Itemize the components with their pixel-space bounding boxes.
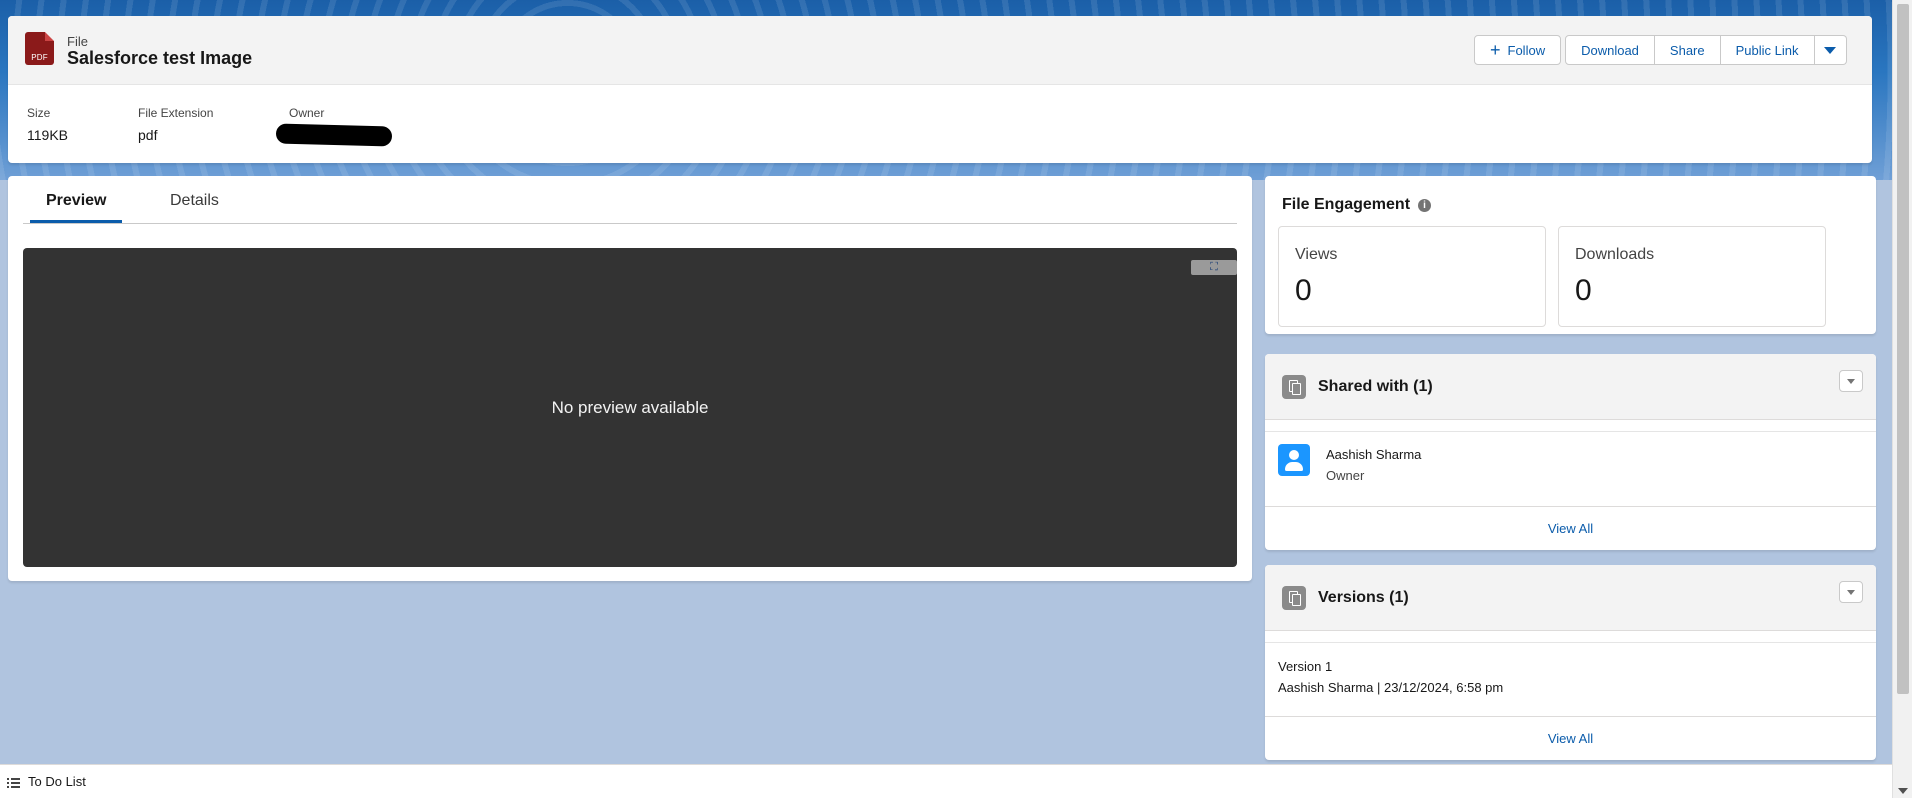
public-link-button[interactable]: Public Link [1720, 35, 1815, 65]
file-engagement-title-text: File Engagement [1282, 196, 1411, 213]
views-stat: Views 0 [1278, 226, 1546, 327]
chevron-down-icon [1847, 589, 1855, 595]
follow-button[interactable]: + Follow [1474, 35, 1562, 65]
chevron-down-icon [1847, 378, 1855, 384]
file-header-bar: PDF File Salesforce test Image + Follow … [8, 16, 1872, 85]
expand-icon[interactable]: ⛶ [1191, 260, 1237, 275]
downloads-stat: Downloads 0 [1558, 226, 1826, 327]
shared-with-card: Shared with (1) Aashish Sharma Owner Vie… [1265, 354, 1876, 550]
share-button[interactable]: Share [1654, 35, 1721, 65]
tab-details[interactable]: Details [154, 192, 235, 223]
versions-header: Versions (1) [1265, 565, 1876, 631]
preview-card: Preview Details ⛶ No preview available [8, 176, 1252, 581]
downloads-label: Downloads [1575, 246, 1655, 263]
divider [1265, 642, 1876, 643]
downloads-value: 0 [1575, 274, 1592, 307]
no-preview-message: No preview available [551, 398, 709, 417]
shared-view-all-link[interactable]: View All [1548, 521, 1593, 536]
download-button[interactable]: Download [1565, 35, 1655, 65]
size-value: 119KB [27, 127, 68, 143]
page-scrollbar[interactable] [1892, 0, 1912, 798]
file-engagement-card: File Engagement i Views 0 Downloads 0 [1265, 176, 1876, 334]
page-title: Salesforce test Image [67, 48, 253, 68]
file-engagement-title: File Engagement i [1282, 196, 1432, 214]
scrollbar-thumb[interactable] [1897, 4, 1909, 694]
versions-view-all-link[interactable]: View All [1548, 731, 1593, 746]
owner-value-redaction [275, 123, 393, 147]
shared-with-footer: View All [1265, 506, 1876, 550]
views-value: 0 [1295, 274, 1312, 307]
versions-footer: View All [1265, 716, 1876, 760]
preview-pane: ⛶ No preview available [23, 248, 1237, 567]
shared-with-header: Shared with (1) [1265, 354, 1876, 420]
shared-user-role: Owner [1326, 468, 1365, 483]
documents-icon [1282, 586, 1306, 610]
scroll-down-arrow-icon[interactable] [1898, 788, 1908, 794]
tab-preview[interactable]: Preview [30, 192, 123, 223]
versions-card: Versions (1) Version 1 Aashish Sharma | … [1265, 565, 1876, 760]
documents-icon [1282, 375, 1306, 399]
file-extension-label: File Extension [138, 106, 214, 120]
todo-list-button[interactable]: To Do List [28, 774, 86, 789]
owner-label: Owner [289, 106, 325, 120]
views-label: Views [1295, 246, 1338, 263]
version-label[interactable]: Version 1 [1278, 659, 1332, 674]
more-actions-button[interactable] [1814, 35, 1847, 65]
version-meta: Aashish Sharma | 23/12/2024, 6:58 pm [1278, 680, 1504, 695]
divider [1265, 431, 1876, 432]
size-field: Size 119KB [27, 106, 68, 143]
utility-bar: To Do List [0, 764, 1892, 798]
shared-user-name[interactable]: Aashish Sharma [1326, 447, 1421, 462]
chevron-down-icon [1824, 46, 1836, 54]
user-avatar-icon [1278, 444, 1310, 476]
follow-button-label: Follow [1507, 42, 1546, 58]
record-type-label: File [67, 34, 88, 49]
size-label: Size [27, 106, 51, 120]
tab-bar: Preview Details [23, 176, 1237, 224]
file-icon-fold [45, 32, 54, 41]
owner-field: Owner [289, 106, 324, 120]
versions-title[interactable]: Versions (1) [1318, 589, 1409, 607]
versions-menu-button[interactable] [1839, 581, 1863, 603]
file-extension-field: File Extension pdf [138, 106, 213, 143]
shared-with-title[interactable]: Shared with (1) [1318, 378, 1433, 396]
checklist-icon [7, 777, 20, 788]
info-icon[interactable]: i [1418, 199, 1432, 212]
shared-with-menu-button[interactable] [1839, 370, 1863, 392]
pdf-file-icon: PDF [25, 32, 54, 65]
plus-icon: + [1490, 40, 1501, 60]
header-actions: + Follow Download Share Public Link [1474, 35, 1847, 67]
file-icon-label: PDF [31, 53, 48, 62]
file-extension-value: pdf [138, 127, 158, 143]
